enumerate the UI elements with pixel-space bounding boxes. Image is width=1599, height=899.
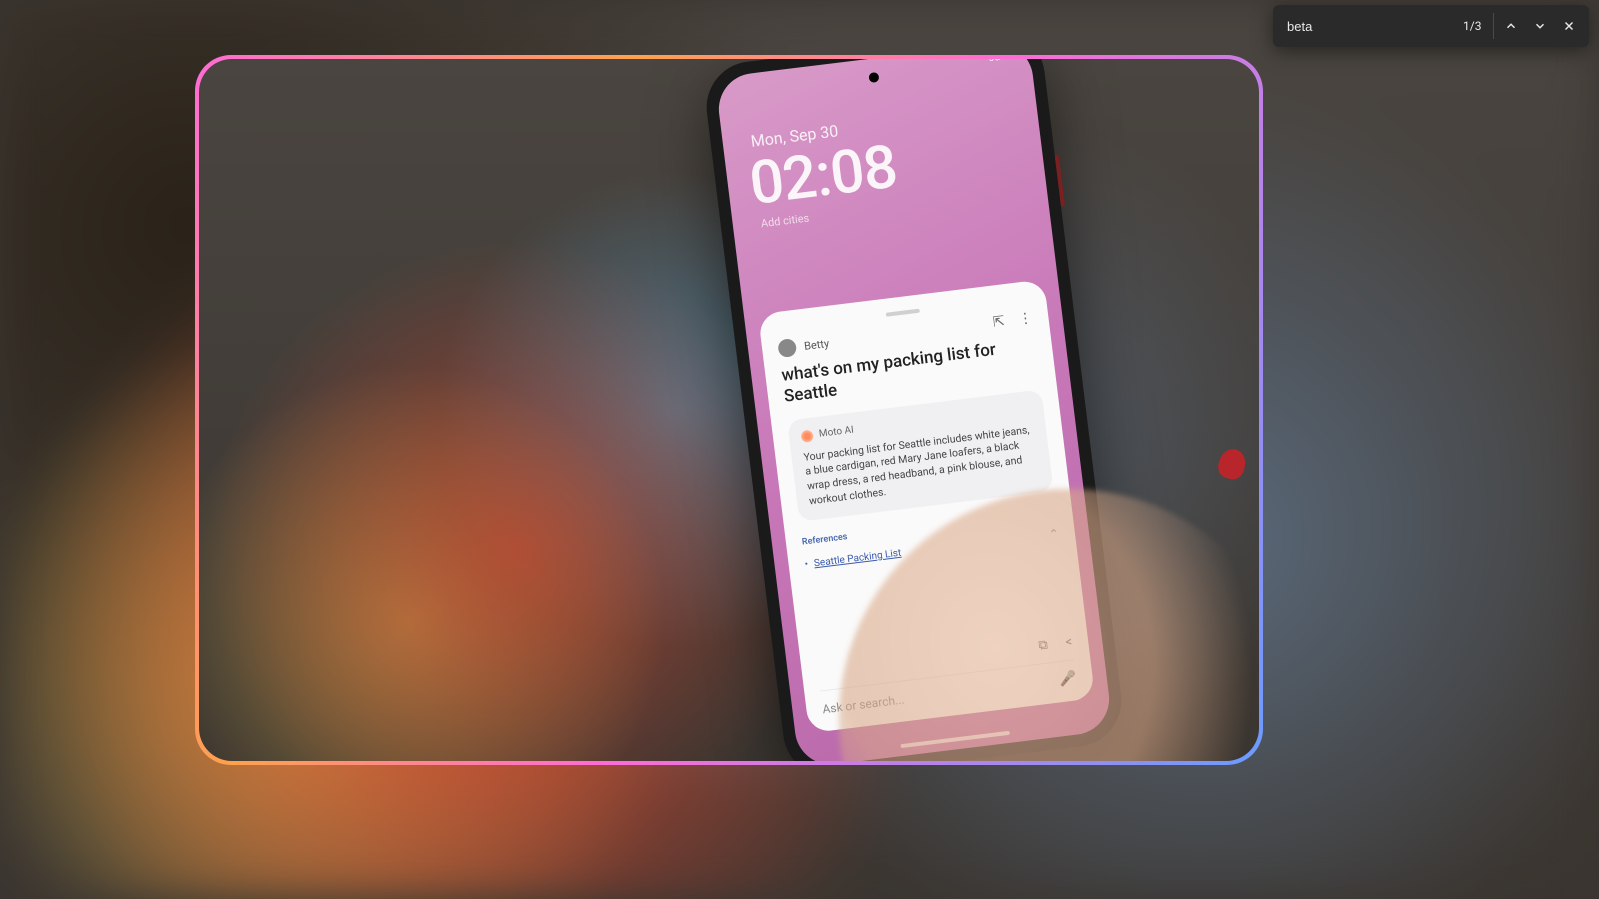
phone-body: 5G+ Mon, Sep 30 02:08 Add cities Betty ⇱… xyxy=(701,59,1126,761)
copy-icon: ⧉ xyxy=(1038,638,1049,654)
drag-handle xyxy=(886,309,920,317)
close-icon xyxy=(1562,19,1576,33)
more-icon: ⋮ xyxy=(1018,310,1034,328)
fingernail xyxy=(1216,446,1249,482)
chevron-up-icon: ⌃ xyxy=(1048,527,1060,542)
ai-response-block: Moto AI Your packing list for Seattle in… xyxy=(787,389,1054,522)
gradient-frame: 5G+ Mon, Sep 30 02:08 Add cities Betty ⇱… xyxy=(195,55,1263,765)
find-in-page-bar: 1/3 xyxy=(1273,5,1589,47)
divider xyxy=(1493,13,1494,39)
phone-camera xyxy=(868,72,879,83)
phone-mockup: 5G+ Mon, Sep 30 02:08 Add cities Betty ⇱… xyxy=(701,59,1126,761)
open-icon: ⇱ xyxy=(992,313,1006,330)
find-close-button[interactable] xyxy=(1554,11,1583,41)
chevron-up-icon xyxy=(1504,19,1518,33)
phone-side-button xyxy=(1055,155,1065,207)
find-prev-button[interactable] xyxy=(1496,11,1525,41)
user-avatar xyxy=(777,338,797,358)
phone-screen: 5G+ Mon, Sep 30 02:08 Add cities Betty ⇱… xyxy=(715,59,1113,761)
home-indicator xyxy=(900,731,1010,748)
moto-ai-icon xyxy=(800,429,813,442)
frame-content: 5G+ Mon, Sep 30 02:08 Add cities Betty ⇱… xyxy=(199,59,1259,761)
phone-status-bar: 5G+ xyxy=(988,59,1007,64)
search-placeholder: Ask or search... xyxy=(822,673,1060,716)
assistant-label: Moto AI xyxy=(818,425,854,440)
find-next-button[interactable] xyxy=(1525,11,1554,41)
ai-assistant-card: Betty ⇱ ⋮ what's on my packing list for … xyxy=(758,279,1095,733)
find-result-count: 1/3 xyxy=(1463,19,1491,33)
microphone-icon: 🎤 xyxy=(1058,670,1077,688)
find-input[interactable] xyxy=(1287,19,1463,34)
share-icon: < xyxy=(1065,635,1073,651)
chevron-down-icon xyxy=(1533,19,1547,33)
